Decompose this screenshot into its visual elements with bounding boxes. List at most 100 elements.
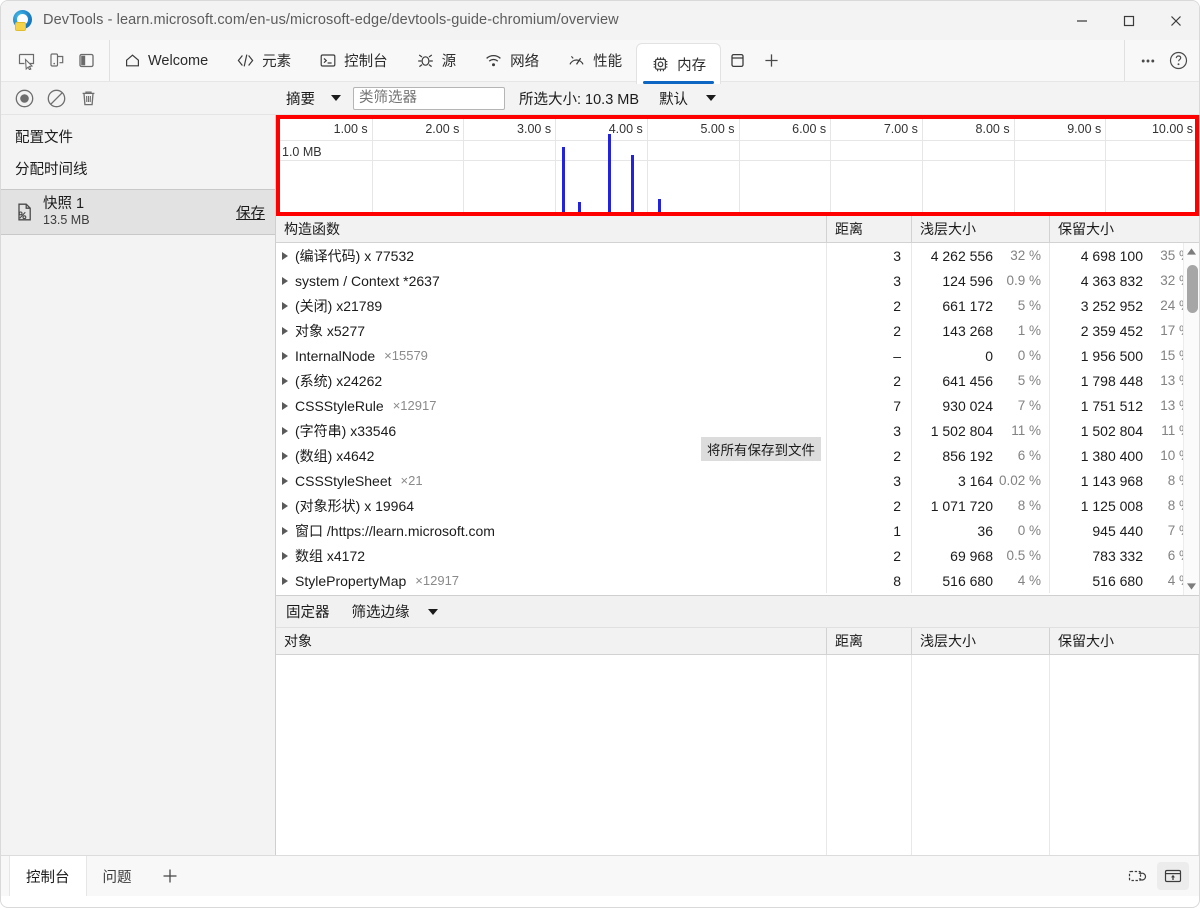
trash-icon[interactable] xyxy=(75,85,101,111)
column-header-shallow-size[interactable]: 浅层大小 xyxy=(912,216,1050,242)
view-select[interactable]: 摘要 xyxy=(276,85,349,111)
cell-value: 143 268 xyxy=(942,322,993,339)
cell-retained-size: 3 252 952 24 % xyxy=(1050,293,1199,318)
record-circle-icon[interactable] xyxy=(11,85,37,111)
expand-triangle-icon[interactable] xyxy=(282,551,288,560)
restore-drawer-icon[interactable] xyxy=(1121,862,1153,890)
column-header-shallow-size[interactable]: 浅层大小 xyxy=(912,628,1050,654)
retainers-col-retained xyxy=(1050,655,1199,855)
minimize-button[interactable] xyxy=(1058,1,1105,40)
maximize-button[interactable] xyxy=(1105,1,1152,40)
table-row[interactable]: 数组 x4172 2 69 968 0.5 % 783 332 6 % xyxy=(276,543,1199,568)
inspect-element-icon[interactable] xyxy=(11,46,41,76)
cell-distance: – xyxy=(827,343,912,368)
drawer-tab-issues[interactable]: 问题 xyxy=(87,856,148,896)
class-filter-input[interactable] xyxy=(353,86,505,110)
tool-button-group xyxy=(1,40,110,81)
retainers-filter-edges[interactable]: 筛选边缘 xyxy=(352,601,438,622)
tab-sources[interactable]: 源 xyxy=(402,40,471,81)
tab-elements[interactable]: 元素 xyxy=(222,40,305,81)
retainers-title: 固定器 xyxy=(286,605,330,621)
column-header-retained-size[interactable]: 保留大小 xyxy=(1050,216,1199,242)
cell-value: 1 125 008 xyxy=(1080,497,1143,514)
table-row[interactable]: 对象 x5277 2 143 268 1 % 2 359 452 17 % xyxy=(276,318,1199,343)
cell-value: 0 xyxy=(985,347,993,364)
cell-distance: 8 xyxy=(827,568,912,593)
expand-triangle-icon[interactable] xyxy=(282,501,288,510)
expand-triangle-icon[interactable] xyxy=(282,401,288,410)
add-tab-icon[interactable] xyxy=(755,45,787,77)
column-header-retained-size[interactable]: 保留大小 xyxy=(1050,628,1199,654)
expand-triangle-icon[interactable] xyxy=(282,426,288,435)
cell-value: 1 502 804 xyxy=(930,422,993,439)
column-header-distance[interactable]: 距离 xyxy=(827,628,912,654)
snapshot-meta: 快照 1 13.5 MB xyxy=(39,195,236,229)
scroll-up-arrow-icon[interactable] xyxy=(1184,243,1199,260)
table-row[interactable]: (系统) x24262 2 641 456 5 % 1 798 448 13 % xyxy=(276,368,1199,393)
tab-performance[interactable]: 性能 xyxy=(553,40,636,81)
base-snapshot-select[interactable]: 默认 xyxy=(659,88,717,109)
constructor-name: (关闭) x21789 xyxy=(295,297,383,314)
expand-triangle-icon[interactable] xyxy=(282,351,288,360)
cell-retained-size: 945 440 7 % xyxy=(1050,518,1199,543)
snapshot-save-link[interactable]: 保存 xyxy=(236,202,265,223)
table-row[interactable]: StylePropertyMap ×12917 8 516 680 4 % 516 680… xyxy=(276,568,1199,593)
cell-distance: 2 xyxy=(827,443,912,468)
tab-console[interactable]: 控制台 xyxy=(305,40,402,81)
expand-triangle-icon[interactable] xyxy=(282,251,288,260)
allocation-timeline-chart[interactable]: 1.00 s 2.00 s 3.00 s 4.00 s 5.00 s 6.00 s 7.00… xyxy=(276,115,1199,216)
chart-gridline xyxy=(830,119,832,212)
device-emulation-icon[interactable] xyxy=(41,46,71,76)
cell-distance: 2 xyxy=(827,543,912,568)
chart-x-tick-label: 7.00 s xyxy=(883,122,918,136)
tab-network[interactable]: 网络 xyxy=(470,40,553,81)
cell-value: 3 252 952 xyxy=(1080,297,1143,314)
no-entry-icon[interactable] xyxy=(43,85,69,111)
table-row[interactable]: system / Context *2637 3 124 596 0.9 % 4 363… xyxy=(276,268,1199,293)
chart-x-tick-label: 9.00 s xyxy=(1067,122,1102,136)
table-row[interactable]: 窗口 /https://learn.microsoft.com 1 36 0 % 945… xyxy=(276,518,1199,543)
cell-constructor: 窗口 /https://learn.microsoft.com xyxy=(276,518,827,543)
cell-percent: 0.02 % xyxy=(998,473,1041,488)
expand-triangle-icon[interactable] xyxy=(282,301,288,310)
ellipsis-icon[interactable] xyxy=(1133,46,1163,76)
table-row[interactable]: (对象形状) x 19964 2 1 071 720 8 % 1 125 008 8 % xyxy=(276,493,1199,518)
close-button[interactable] xyxy=(1152,1,1199,40)
table-scrollbar[interactable] xyxy=(1183,243,1199,595)
expand-triangle-icon[interactable] xyxy=(282,576,288,585)
application-icon[interactable] xyxy=(721,45,753,77)
scroll-down-arrow-icon[interactable] xyxy=(1184,578,1199,595)
drawer-tab-console[interactable]: 控制台 xyxy=(9,856,87,896)
close-drawer-icon[interactable] xyxy=(1157,862,1189,890)
table-row[interactable]: CSSStyleRule ×12917 7 930 024 7 % 1 751 512 13… xyxy=(276,393,1199,418)
dock-side-icon[interactable] xyxy=(71,46,101,76)
expand-triangle-icon[interactable] xyxy=(282,451,288,460)
table-row[interactable]: (关闭) x21789 2 661 172 5 % 3 252 952 24 % xyxy=(276,293,1199,318)
tab-welcome[interactable]: Welcome xyxy=(110,40,222,81)
expand-triangle-icon[interactable] xyxy=(282,476,288,485)
cell-value: 3 164 xyxy=(957,472,993,489)
cell-retained-size: 1 380 400 10 % xyxy=(1050,443,1199,468)
drawer-bar: 控制台 问题 xyxy=(1,855,1199,896)
column-header-distance[interactable]: 距离 xyxy=(827,216,912,242)
tab-label: 网络 xyxy=(510,54,540,70)
column-header-constructor[interactable]: 构造函数 xyxy=(276,216,827,242)
table-row[interactable]: (编译代码) x 77532 3 4 262 556 32 % 4 698 100 35 … xyxy=(276,243,1199,268)
expand-triangle-icon[interactable] xyxy=(282,526,288,535)
expand-triangle-icon[interactable] xyxy=(282,276,288,285)
expand-triangle-icon[interactable] xyxy=(282,326,288,335)
question-mark-icon[interactable] xyxy=(1163,46,1193,76)
table-row[interactable]: InternalNode ×15579 – 0 0 % 1 956 500 15 % xyxy=(276,343,1199,368)
expand-triangle-icon[interactable] xyxy=(282,376,288,385)
devtools-tab-strip: Welcome 元素 控制台 源 网络 性能 内存 xyxy=(1,40,1199,84)
constructor-count: ×12917 xyxy=(392,398,437,413)
drawer-add-tab-icon[interactable] xyxy=(148,856,192,896)
snapshot-list-item[interactable]: 快照 1 13.5 MB 保存 xyxy=(1,190,275,235)
cell-percent: 0 % xyxy=(1017,348,1041,363)
tab-memory[interactable]: 内存 xyxy=(636,43,722,84)
allocation-timeline-item[interactable]: 分配时间线 xyxy=(1,158,275,190)
table-row[interactable]: CSSStyleSheet ×21 3 3 164 0.02 % 1 143 968 8 % xyxy=(276,468,1199,493)
save-all-tooltip: 将所有保存到文件 xyxy=(701,437,821,461)
column-header-object[interactable]: 对象 xyxy=(276,628,827,654)
scrollbar-thumb[interactable] xyxy=(1187,265,1198,313)
